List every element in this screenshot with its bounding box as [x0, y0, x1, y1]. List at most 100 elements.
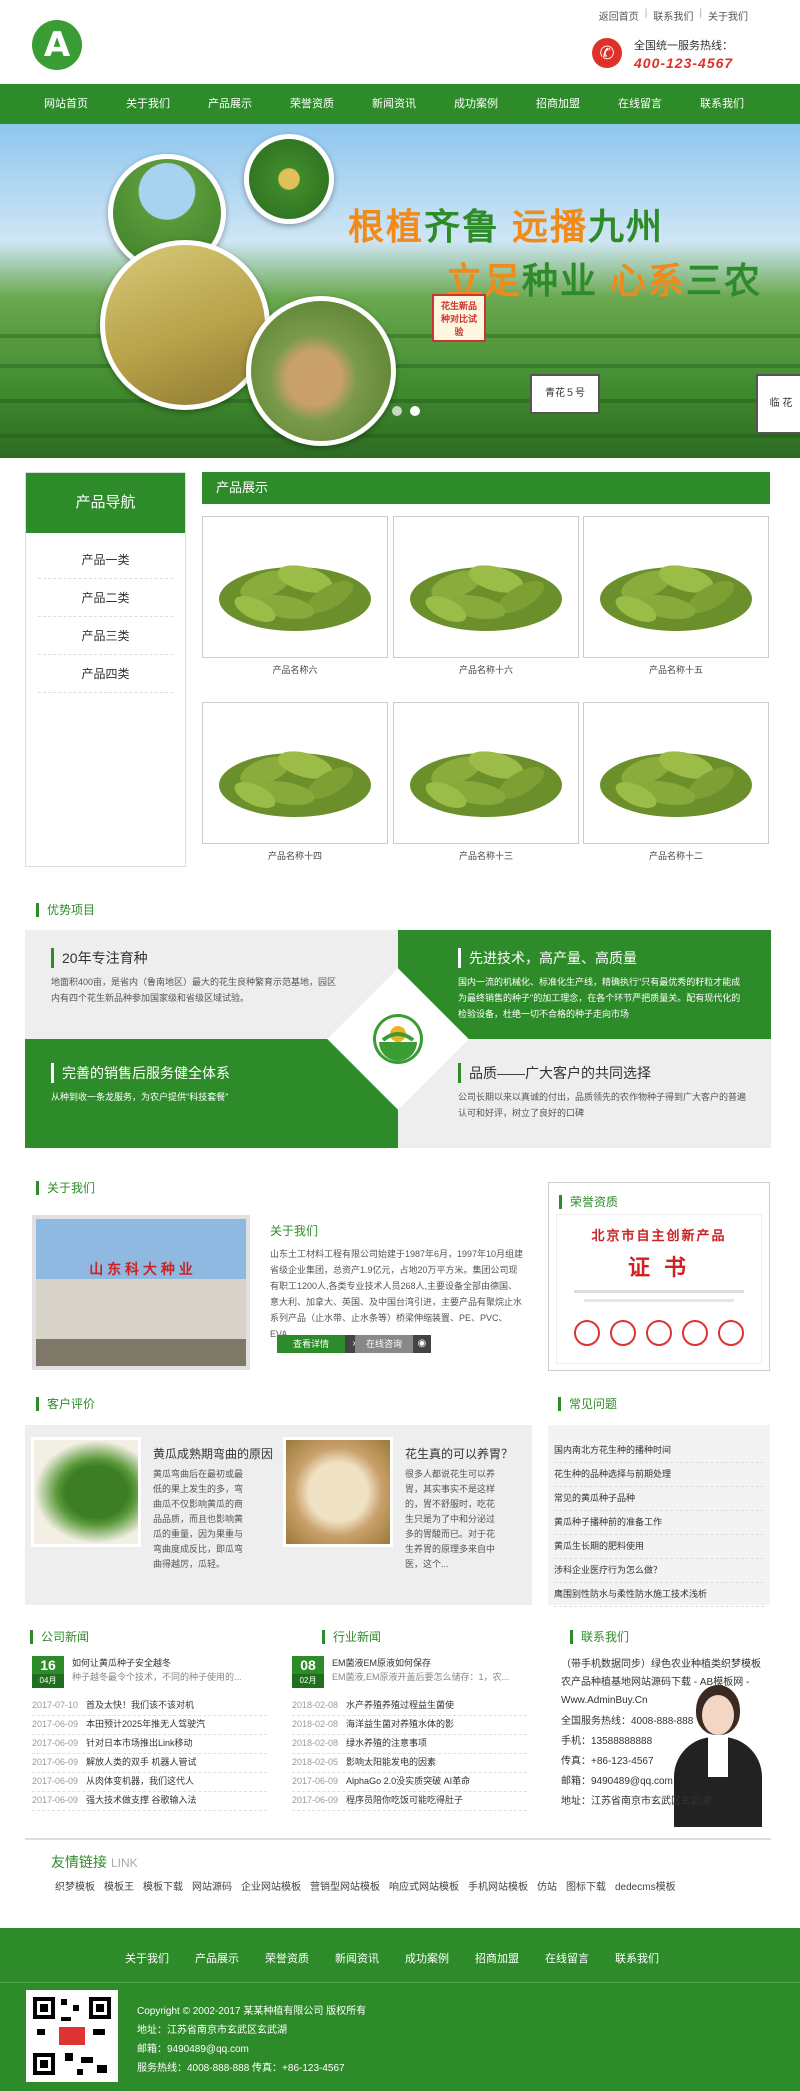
headline-title[interactable]: 如何让黄瓜种子安全越冬 [72, 1656, 171, 1669]
sidebar-item-3[interactable]: 产品三类 [38, 617, 173, 655]
product-card[interactable]: 产品名称十五 [583, 516, 769, 678]
product-image[interactable] [583, 702, 769, 844]
news-row[interactable]: 2017-06-09 AlphaGo 2.0没实质突破 AI革命 [292, 1772, 527, 1792]
faq-item[interactable]: 黄瓜生长期的肥料使用 [554, 1535, 764, 1559]
news-title[interactable]: 从肉体变机器，我们这代人 [86, 1776, 194, 1786]
news-title[interactable]: AlphaGo 2.0没实质突破 AI革命 [346, 1776, 470, 1786]
news-row[interactable]: 2018-02-08 绿水养殖的注意事项 [292, 1734, 527, 1754]
faq-item[interactable]: 常见的黄瓜种子品种 [554, 1487, 764, 1511]
friend-link[interactable]: dedecms模板 [615, 1878, 676, 1893]
product-card[interactable]: 产品名称十六 [393, 516, 579, 678]
product-name[interactable]: 产品名称十五 [583, 663, 769, 676]
footer-nav-link[interactable]: 在线留言 [545, 1950, 615, 1966]
nav-contact[interactable]: 联系我们 [681, 84, 763, 124]
certificate-image[interactable]: 北京市自主创新产品 证 书 [556, 1214, 762, 1364]
product-card[interactable]: 产品名称十二 [583, 702, 769, 864]
sidebar-item-4[interactable]: 产品四类 [38, 655, 173, 693]
news-row[interactable]: 2017-07-10 首及太快！我们该不该对机 [32, 1696, 267, 1716]
online-consult-button[interactable]: 在线咨询 [355, 1335, 413, 1353]
news-title[interactable]: 绿水养殖的注意事项 [346, 1738, 427, 1748]
friend-link[interactable]: 企业网站模板 [241, 1878, 301, 1893]
product-name[interactable]: 产品名称十二 [583, 849, 769, 862]
chat-icon[interactable]: ◉ [413, 1335, 431, 1353]
news-row[interactable]: 2017-06-09 从肉体变机器，我们这代人 [32, 1772, 267, 1792]
top-link-about[interactable]: 关于我们 [708, 8, 748, 23]
nav-message[interactable]: 在线留言 [599, 84, 681, 124]
friend-link[interactable]: 模板下载 [143, 1878, 183, 1893]
faq-item[interactable]: 国内南北方花生种的播种时间 [554, 1439, 764, 1463]
top-link-contact[interactable]: 联系我们 [653, 8, 693, 23]
news-title[interactable]: 影响太阳能发电的因素 [346, 1757, 436, 1767]
footer-nav-link[interactable]: 招商加盟 [475, 1950, 545, 1966]
footer-nav-link[interactable]: 新闻资讯 [335, 1950, 405, 1966]
slide-dot[interactable] [392, 406, 402, 416]
nav-join[interactable]: 招商加盟 [517, 84, 599, 124]
product-name[interactable]: 产品名称十四 [202, 849, 388, 862]
cucumber-image[interactable] [31, 1437, 141, 1547]
nav-honor[interactable]: 荣誉资质 [271, 84, 353, 124]
faq-item[interactable]: 鹰围别性防水与柔性防水施工技术浅析 [554, 1583, 764, 1607]
friend-link[interactable]: 响应式网站模板 [389, 1878, 459, 1893]
friend-link[interactable]: 模板王 [104, 1878, 134, 1893]
nav-cases[interactable]: 成功案例 [435, 84, 517, 124]
view-details-button[interactable]: 查看详情 [277, 1335, 345, 1353]
sidebar-item-2[interactable]: 产品二类 [38, 579, 173, 617]
product-card[interactable]: 产品名称十四 [202, 702, 388, 864]
product-image[interactable] [202, 516, 388, 658]
footer-nav-link[interactable]: 荣誉资质 [265, 1950, 335, 1966]
footer-nav-link[interactable]: 关于我们 [125, 1950, 195, 1966]
product-name[interactable]: 产品名称十三 [393, 849, 579, 862]
peanut-image[interactable] [283, 1437, 393, 1547]
news-row[interactable]: 2017-06-09 程序员陪你吃饭可能吃得肚子 [292, 1791, 527, 1811]
review-title-2[interactable]: 花生真的可以养胃？ [405, 1445, 535, 1462]
footer-nav-link[interactable]: 联系我们 [615, 1950, 685, 1966]
about-title[interactable]: 关于我们 [270, 1222, 318, 1239]
faq-item[interactable]: 花生种的品种选择与前期处理 [554, 1463, 764, 1487]
news-row[interactable]: 2018-02-08 水产养殖养殖过程益生菌使 [292, 1696, 527, 1716]
friend-link[interactable]: 营销型网站模板 [310, 1878, 380, 1893]
news-row[interactable]: 2018-02-05 影响太阳能发电的因素 [292, 1753, 527, 1773]
product-image[interactable] [393, 516, 579, 658]
news-headline[interactable]: 08 02月 EM菌液EM原液如何保存 EM菌液,EM原液开盖后要怎么储存：1，农… [292, 1656, 527, 1688]
news-row[interactable]: 2017-06-09 解放人类的双手 机器人管试 [32, 1753, 267, 1773]
headline-title[interactable]: EM菌液EM原液如何保存 [332, 1656, 431, 1669]
nav-home[interactable]: 网站首页 [25, 84, 107, 124]
product-image[interactable] [393, 702, 579, 844]
news-title[interactable]: 海洋益生菌对养殖水体的影 [346, 1719, 454, 1729]
product-name[interactable]: 产品名称十六 [393, 663, 579, 676]
news-row[interactable]: 2017-06-09 针对日本市场推出Link移动 [32, 1734, 267, 1754]
news-title[interactable]: 程序员陪你吃饭可能吃得肚子 [346, 1795, 463, 1805]
news-title[interactable]: 针对日本市场推出Link移动 [86, 1738, 193, 1748]
news-title[interactable]: 解放人类的双手 机器人管试 [86, 1757, 197, 1767]
news-row[interactable]: 2018-02-08 海洋益生菌对养殖水体的影 [292, 1715, 527, 1735]
news-title[interactable]: 首及太快！我们该不该对机 [86, 1700, 194, 1710]
faq-item[interactable]: 涉科企业医疗行为怎么做？ [554, 1559, 764, 1583]
slide-dot-active[interactable] [410, 406, 420, 416]
faq-item[interactable]: 黄瓜种子播种前的准备工作 [554, 1511, 764, 1535]
top-link-home[interactable]: 返回首页 [599, 8, 639, 23]
news-headline[interactable]: 16 04月 如何让黄瓜种子安全越冬 种子越冬最令个技术，不同的种子使用的... [32, 1656, 267, 1688]
footer-nav-link[interactable]: 产品展示 [195, 1950, 265, 1966]
friend-link[interactable]: 手机网站模板 [468, 1878, 528, 1893]
hero-banner[interactable]: 根植齐鲁 远播九州 立足种业 心系三农 花生新品种对比试验 青花５号 临 花 [0, 124, 800, 458]
product-card[interactable]: 产品名称六 [202, 516, 388, 678]
friend-link[interactable]: 仿站 [537, 1878, 557, 1893]
news-title[interactable]: 强大技术做支撑 谷歌输入法 [86, 1795, 197, 1805]
product-name[interactable]: 产品名称六 [202, 663, 388, 676]
news-title[interactable]: 本田预计2025年推无人驾驶汽 [86, 1719, 205, 1729]
product-image[interactable] [202, 702, 388, 844]
friend-link[interactable]: 织梦模板 [55, 1878, 95, 1893]
nav-products[interactable]: 产品展示 [189, 84, 271, 124]
news-row[interactable]: 2017-06-09 强大技术做支撑 谷歌输入法 [32, 1791, 267, 1811]
footer-nav-link[interactable]: 成功案例 [405, 1950, 475, 1966]
logo[interactable]: A [32, 20, 82, 70]
nav-about[interactable]: 关于我们 [107, 84, 189, 124]
news-row[interactable]: 2017-06-09 本田预计2025年推无人驾驶汽 [32, 1715, 267, 1735]
friend-link[interactable]: 图标下载 [566, 1878, 606, 1893]
product-image[interactable] [583, 516, 769, 658]
nav-news[interactable]: 新闻资讯 [353, 84, 435, 124]
product-card[interactable]: 产品名称十三 [393, 702, 579, 864]
review-title-1[interactable]: 黄瓜成熟期弯曲的原因 [153, 1445, 283, 1462]
news-title[interactable]: 水产养殖养殖过程益生菌使 [346, 1700, 454, 1710]
sidebar-item-1[interactable]: 产品一类 [38, 541, 173, 579]
